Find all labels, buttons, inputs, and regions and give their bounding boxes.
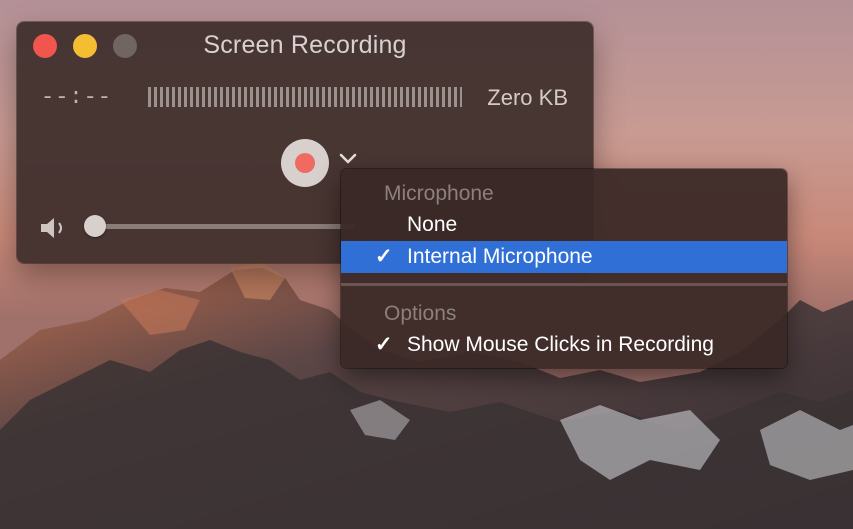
- menu-item-internal-microphone[interactable]: ✓ Internal Microphone: [341, 241, 787, 273]
- menu-section-options: Options: [384, 302, 457, 325]
- chevron-down-icon[interactable]: [338, 151, 358, 167]
- menu-item-label: Internal Microphone: [407, 245, 593, 268]
- speaker-icon: [41, 218, 62, 238]
- checkmark-icon: ✓: [375, 333, 393, 356]
- volume-slider-knob[interactable]: [84, 215, 106, 237]
- menu-item-none[interactable]: None: [341, 209, 787, 241]
- recording-options-menu: Microphone None ✓ Internal Microphone Op…: [341, 169, 787, 368]
- menu-item-label: None: [407, 213, 458, 236]
- record-button[interactable]: [281, 139, 329, 187]
- audio-level-meter: [148, 87, 462, 107]
- menu-item-label: Show Mouse Clicks in Recording: [407, 333, 714, 356]
- menu-separator: [341, 283, 787, 286]
- window-title: Screen Recording: [203, 31, 407, 59]
- file-size: Zero KB: [487, 85, 568, 110]
- record-icon: [295, 153, 315, 173]
- menu-item-show-mouse-clicks[interactable]: ✓ Show Mouse Clicks in Recording: [341, 329, 787, 361]
- checkmark-icon: ✓: [375, 245, 393, 268]
- volume-slider[interactable]: [95, 224, 355, 229]
- menu-section-microphone: Microphone: [384, 182, 494, 205]
- elapsed-time: --:--: [41, 85, 113, 110]
